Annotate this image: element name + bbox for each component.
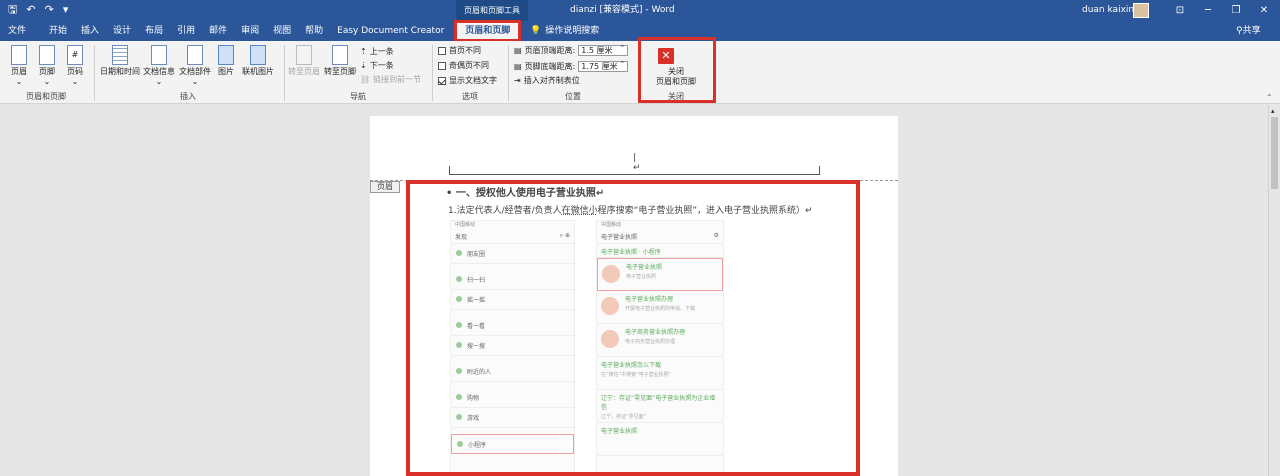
redo-icon[interactable]: ↷ bbox=[45, 3, 54, 17]
divider bbox=[508, 45, 509, 101]
scroll-up-icon[interactable]: ▴ bbox=[1271, 107, 1275, 115]
tell-me-search[interactable]: 💡 操作说明搜索 bbox=[530, 21, 599, 41]
share-button[interactable]: ⚲共享 bbox=[1236, 21, 1261, 41]
group-header-footer: 页眉 ⌄ 页脚 ⌄ # 页码 ⌄ 页眉和页脚 bbox=[4, 41, 88, 104]
lightbulb-icon: 💡 bbox=[530, 26, 542, 36]
footer-button[interactable]: 页脚 ⌄ bbox=[34, 45, 60, 87]
quick-parts-icon bbox=[187, 45, 203, 65]
link-icon: ⛓ bbox=[360, 75, 371, 84]
insert-alignment-tab-button[interactable]: ⇥ 插入对齐制表位 bbox=[514, 76, 580, 86]
undo-icon[interactable]: ↶ bbox=[26, 3, 35, 17]
group-label-navigation: 导航 bbox=[350, 92, 366, 101]
divider bbox=[432, 45, 433, 101]
calendar-icon bbox=[112, 45, 128, 65]
previous-button[interactable]: ⇡ 上一条 bbox=[360, 47, 394, 57]
user-name[interactable]: duan kaixin bbox=[1082, 0, 1134, 21]
document-info-button[interactable]: 文档信息 ⌄ bbox=[142, 45, 176, 87]
header-button[interactable]: 页眉 ⌄ bbox=[6, 45, 32, 87]
vertical-scrollbar[interactable]: ▴ bbox=[1268, 105, 1280, 476]
tab-help[interactable]: 帮助 bbox=[298, 21, 330, 41]
group-label-options: 选项 bbox=[462, 92, 478, 101]
online-pictures-button[interactable]: 联机图片 bbox=[240, 45, 276, 77]
header-icon bbox=[11, 45, 27, 65]
next-button[interactable]: ⇣ 下一条 bbox=[360, 61, 394, 71]
header-top-input[interactable]: 1.5 厘米 bbox=[578, 44, 629, 56]
date-time-button[interactable]: 日期和时间 bbox=[98, 45, 142, 77]
tab-layout[interactable]: 布局 bbox=[138, 21, 170, 41]
group-position: ▤ 页眉顶端距离: 1.5 厘米 ▤ 页脚底端距离: 1.75 厘米 ⇥插入对齐… bbox=[510, 41, 636, 104]
tab-references[interactable]: 引用 bbox=[170, 21, 202, 41]
document-info-icon bbox=[151, 45, 167, 65]
footer-icon bbox=[39, 45, 55, 65]
text-cursor: | ↵ bbox=[633, 153, 641, 173]
group-insert: 日期和时间 文档信息 ⌄ 文档部件 ⌄ 图片 联机图片 插入 bbox=[96, 41, 280, 104]
header-margin-mark bbox=[819, 166, 820, 174]
goto-footer-icon bbox=[332, 45, 348, 65]
pictures-button[interactable]: 图片 bbox=[214, 45, 238, 77]
next-icon: ⇣ bbox=[360, 61, 367, 70]
close-icon[interactable]: ✕ bbox=[1250, 0, 1278, 21]
restore-icon[interactable]: ❐ bbox=[1222, 0, 1250, 21]
ribbon-display-icon[interactable]: ⊡ bbox=[1166, 0, 1194, 21]
group-label-header-footer: 页眉和页脚 bbox=[26, 92, 66, 101]
goto-header-icon bbox=[296, 45, 312, 65]
divider bbox=[94, 45, 95, 101]
footer-bottom-input[interactable]: 1.75 厘米 bbox=[578, 60, 629, 72]
tab-design[interactable]: 设计 bbox=[106, 21, 138, 41]
tab-mailings[interactable]: 邮件 bbox=[202, 21, 234, 41]
person-icon: ⚲ bbox=[1236, 26, 1243, 36]
page-number-button[interactable]: # 页码 ⌄ bbox=[62, 45, 88, 87]
highlight-close-group bbox=[638, 37, 716, 103]
link-to-previous-button[interactable]: ⛓ 链接到前一节 bbox=[360, 75, 421, 85]
tab-insert[interactable]: 插入 bbox=[74, 21, 106, 41]
tab-review[interactable]: 审阅 bbox=[234, 21, 266, 41]
header-tag: 页眉 bbox=[370, 181, 400, 193]
tab-home[interactable]: 开始 bbox=[33, 21, 74, 41]
picture-icon bbox=[218, 45, 234, 65]
alignment-tab-icon: ⇥ bbox=[514, 76, 521, 85]
group-options: 首页不同 奇偶页不同 显示文档文字 选项 bbox=[434, 41, 506, 104]
scrollbar-thumb[interactable] bbox=[1271, 117, 1278, 189]
goto-footer-button[interactable]: 转至页脚 bbox=[322, 45, 358, 77]
page-number-icon: # bbox=[67, 45, 83, 65]
avatar[interactable] bbox=[1133, 3, 1149, 18]
tab-view[interactable]: 视图 bbox=[266, 21, 298, 41]
tab-file[interactable]: 文件 bbox=[0, 21, 33, 41]
header-margin-mark bbox=[449, 166, 450, 174]
minimize-icon[interactable]: ─ bbox=[1194, 0, 1222, 21]
different-odd-even-checkbox[interactable]: 奇偶页不同 bbox=[438, 61, 489, 71]
context-tab-header: 页眉和页脚工具 bbox=[456, 0, 528, 21]
save-icon[interactable]: 🖫 bbox=[8, 3, 17, 17]
footer-position-icon: ▤ bbox=[514, 61, 522, 71]
online-picture-icon bbox=[250, 45, 266, 65]
footer-bottom-distance: ▤ 页脚底端距离: 1.75 厘米 bbox=[514, 60, 629, 72]
quick-parts-button[interactable]: 文档部件 ⌄ bbox=[178, 45, 212, 87]
different-first-page-checkbox[interactable]: 首页不同 bbox=[438, 46, 481, 56]
group-label-position: 位置 bbox=[565, 92, 581, 101]
header-top-distance: ▤ 页眉顶端距离: 1.5 厘米 bbox=[514, 44, 629, 56]
collapse-ribbon-icon[interactable]: ⌃ bbox=[1266, 93, 1273, 102]
quick-access-toolbar: 🖫 ↶ ↷ ▾ bbox=[8, 3, 68, 17]
document-title: dianzi [兼容模式] - Word bbox=[570, 5, 675, 15]
tab-easy-document-creator[interactable]: Easy Document Creator bbox=[330, 21, 451, 41]
customize-icon[interactable]: ▾ bbox=[63, 3, 69, 17]
window-controls: ⊡ ─ ❐ ✕ bbox=[1166, 0, 1278, 21]
highlight-body-content bbox=[406, 180, 860, 476]
goto-header-button[interactable]: 转至页眉 bbox=[286, 45, 322, 77]
group-navigation: 转至页眉 转至页脚 ⇡ 上一条 ⇣ 下一条 ⛓ 链接到前一节 导航 bbox=[286, 41, 430, 104]
tab-header-footer[interactable]: 页眉和页脚 bbox=[454, 20, 522, 42]
header-position-icon: ▤ bbox=[514, 45, 522, 55]
divider bbox=[284, 45, 285, 101]
previous-icon: ⇡ bbox=[360, 47, 367, 56]
header-border-line bbox=[449, 174, 820, 175]
title-bar: 🖫 ↶ ↷ ▾ 页眉和页脚工具 dianzi [兼容模式] - Word dua… bbox=[0, 0, 1280, 21]
group-label-insert: 插入 bbox=[180, 92, 196, 101]
show-document-text-checkbox[interactable]: 显示文档文字 bbox=[438, 76, 497, 86]
